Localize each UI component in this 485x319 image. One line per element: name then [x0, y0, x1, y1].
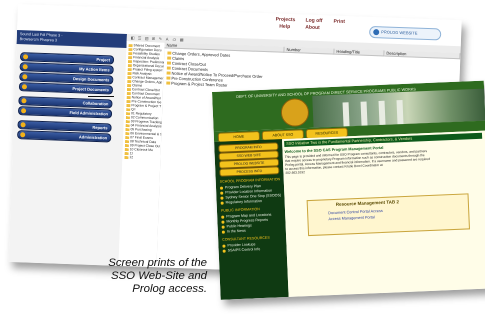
bullet-icon [220, 191, 224, 195]
toolbar-icon[interactable]: ☰ [138, 35, 142, 40]
sidebar-link[interactable]: In the News [221, 229, 246, 234]
sidebar-section-title: CONSULTANT RESOURCES [222, 235, 270, 242]
caption: Screen prints of the SSO Web-Site and Pr… [75, 257, 207, 297]
help-link[interactable]: Help [279, 24, 290, 30]
prolog-logo: PROLOG WEBSITE [368, 25, 442, 41]
access-management-link[interactable]: Access Management Portal [328, 215, 375, 222]
bullet-icon [221, 215, 225, 219]
seal-logo [280, 97, 310, 128]
bullet-icon [220, 201, 224, 205]
nav-bullet-icon [21, 108, 27, 114]
toolbar-icon[interactable]: ⊞ [152, 36, 156, 41]
prolog-logo-text: PROLOG WEBSITE [381, 29, 418, 36]
column-header-heading[interactable]: Heading/Title [334, 48, 385, 57]
prolog-logo-icon [373, 29, 380, 36]
sidebar-link[interactable]: Regulatory Information [220, 199, 263, 205]
bullet-icon [221, 230, 225, 234]
sidebar-button[interactable]: PROCESS INFO [219, 166, 280, 177]
caption-line: Screen prints of the [108, 257, 207, 269]
print-link[interactable]: Print [333, 19, 345, 25]
logoff-link[interactable]: Log off [305, 18, 322, 25]
nav-bullet-icon [22, 64, 28, 70]
resource-box-title: Resource Management TAB 2 [335, 199, 400, 207]
nav-bullet-icon [20, 132, 26, 138]
sidebar-link[interactable]: SSAIPS Control Info [222, 247, 261, 253]
bullet-icon [222, 244, 226, 248]
toolbar-icon[interactable]: ▤ [145, 36, 149, 41]
bullet-icon [219, 186, 224, 190]
folder-icon [166, 81, 171, 86]
folder-icon [124, 155, 129, 159]
sso-main: SSO Initiative Two is the Fundamental Pa… [282, 130, 485, 297]
toolbar-icon[interactable]: ✎ [159, 36, 163, 41]
bullet-icon [221, 225, 225, 229]
project-subname: Browsercm Phasrea 3 [19, 37, 58, 43]
bullet-icon [222, 249, 226, 253]
list-item[interactable]: Program & Project Team Roster [166, 80, 228, 88]
prolog-nav: Sound Lasi Fdi Phase 3 - Browsercm Phasr… [8, 29, 127, 266]
sso-sidebar: PROGRAM INFO SSO WEB SITE PROLOG WEBSITE… [214, 139, 289, 300]
projects-link[interactable]: Projects [275, 16, 295, 23]
column-header-number[interactable]: Number [284, 46, 335, 55]
nav-bullet-icon [22, 54, 29, 60]
toolbar-icon[interactable]: ▦ [180, 37, 184, 42]
about-link[interactable]: About [305, 25, 320, 32]
toolbar-icon[interactable]: ◧ [131, 35, 135, 40]
nav-bullet-icon [21, 98, 27, 104]
sidebar-section-title: SCHOOL PROGRAM INFORMATION [219, 177, 281, 184]
project-header: Sound Lasi Fdi Phase 3 - Browsercm Phasr… [16, 29, 127, 49]
toolbar-icon[interactable]: A [166, 36, 169, 41]
resource-management-box: Resource Management TAB 2 Document Contr… [306, 193, 470, 237]
bullet-icon [221, 220, 225, 224]
caption-line: SSO Web-Site and [110, 270, 207, 283]
pointer-line [88, 96, 114, 97]
nav-bullet-icon [20, 122, 26, 128]
sso-website-window: DEPT. OF UNIVERSITY AND SCHOOL OF PROGRA… [212, 80, 485, 300]
sidebar-section-title: PUBLIC INFORMATION [220, 207, 260, 213]
nav-bullet-icon [21, 84, 28, 90]
caption-line: Prolog access. [132, 283, 207, 296]
toolbar-icon[interactable]: ⎙ [173, 37, 176, 42]
nav-bullet-icon [22, 74, 28, 80]
tree-item[interactable]: 12 [124, 155, 133, 160]
bullet-icon [220, 196, 224, 200]
